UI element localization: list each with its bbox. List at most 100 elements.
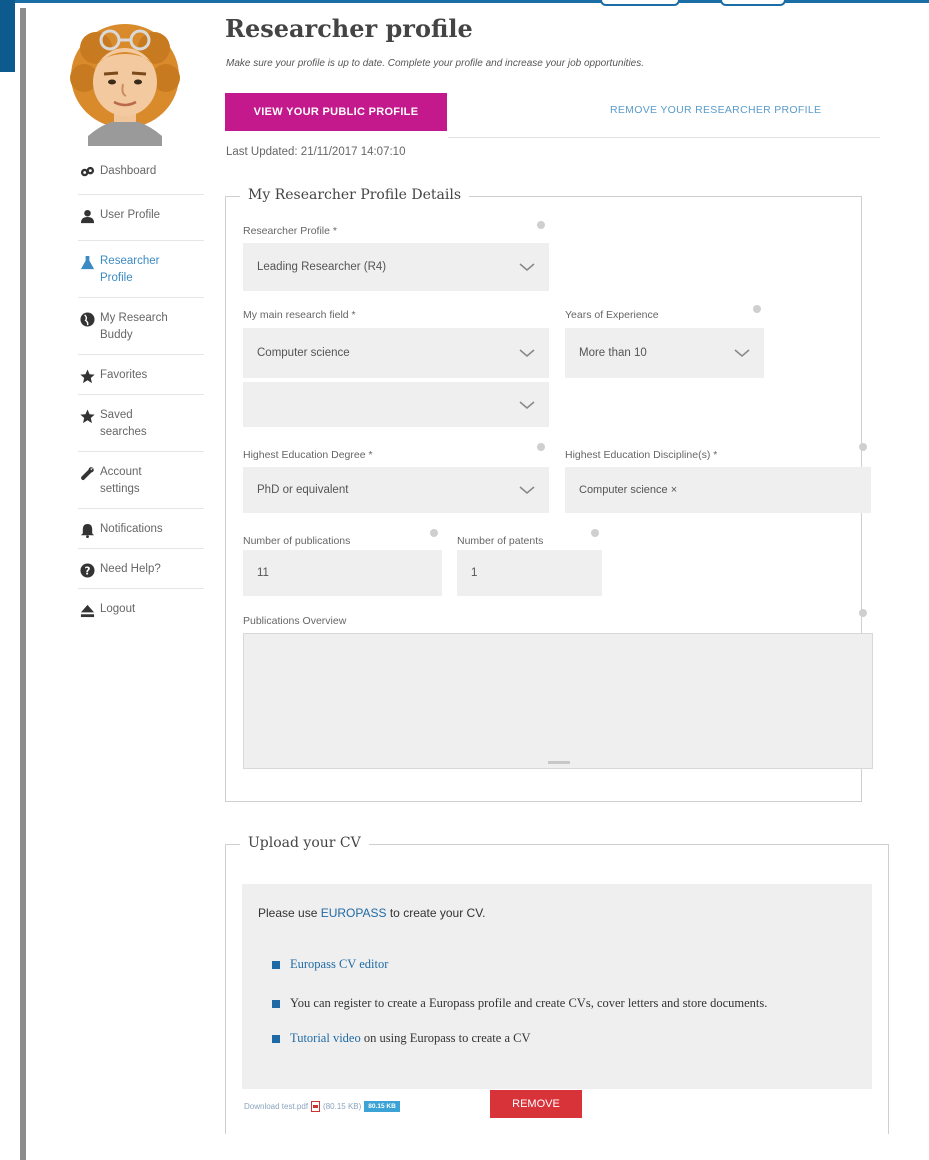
education-degree-label: Highest Education Degree * (243, 449, 373, 461)
wrench-icon (78, 465, 96, 481)
sidebar-item-saved-searches[interactable]: Saved searches (78, 395, 204, 452)
cv-intro-text: Please use EUROPASS to create your CV. (258, 906, 485, 920)
select-value: PhD or equivalent (257, 484, 349, 496)
chevron-down-icon (519, 263, 535, 271)
info-icon[interactable] (537, 221, 545, 229)
left-border (20, 8, 26, 1160)
sidebar-item-need-help[interactable]: ? Need Help? (78, 549, 204, 589)
europass-link[interactable]: EUROPASS (321, 906, 387, 920)
sidebar-item-label: Saved searches (100, 409, 147, 438)
page-title: Researcher profile (225, 14, 473, 43)
file-size-text: (80.15 KB) (323, 1101, 362, 1111)
select-value: Computer science (257, 347, 350, 359)
profile-details-legend: My Researcher Profile Details (240, 187, 470, 203)
intro-text: Please use (258, 906, 321, 920)
pdf-icon (311, 1100, 321, 1112)
sidebar-nav: Dashboard User Profile Researcher Profil… (78, 158, 204, 628)
flask-icon (78, 254, 96, 270)
globe-icon (78, 311, 96, 327)
top-tab (600, 0, 680, 6)
dashboard-icon (78, 164, 96, 180)
sidebar-item-notifications[interactable]: Notifications (78, 509, 204, 549)
years-experience-label: Years of Experience (565, 309, 659, 321)
sidebar-item-favorites[interactable]: Favorites (78, 355, 204, 395)
select-value: Leading Researcher (R4) (257, 261, 387, 273)
info-icon[interactable] (753, 305, 761, 313)
frame-corner (0, 0, 15, 72)
uploaded-file-row: Download test.pdf (80.15 KB) 80.15 KB (244, 1092, 400, 1120)
sidebar-item-label: My Research Buddy (100, 312, 168, 341)
patents-input[interactable]: 1 (457, 550, 602, 596)
years-experience-select[interactable]: More than 10 (565, 328, 764, 378)
info-icon[interactable] (430, 529, 438, 537)
chevron-down-icon (734, 349, 750, 357)
remove-cv-button[interactable]: REMOVE (490, 1090, 582, 1118)
bullet-icon (272, 1035, 280, 1043)
sidebar-item-logout[interactable]: Logout (78, 589, 204, 628)
top-rule (15, 0, 929, 3)
research-field-select[interactable]: Computer science (243, 328, 549, 378)
sidebar-item-label: Need Help? (100, 563, 161, 575)
question-icon: ? (78, 562, 96, 578)
publications-overview-textarea[interactable] (243, 633, 873, 769)
info-icon[interactable] (859, 443, 867, 451)
europass-cv-editor-link[interactable]: Europass CV editor (290, 957, 388, 971)
list-item: You can register to create a Europass pr… (272, 995, 842, 1012)
sidebar-item-label: Notifications (100, 523, 163, 535)
research-field-secondary-select[interactable] (243, 382, 549, 427)
education-degree-select[interactable]: PhD or equivalent (243, 467, 549, 513)
publications-label: Number of publications (243, 535, 351, 547)
publications-input[interactable]: 11 (243, 550, 442, 596)
publications-overview-label: Publications Overview (243, 615, 347, 627)
info-icon[interactable] (537, 443, 545, 451)
svg-text:?: ? (84, 565, 90, 577)
sidebar-item-label: Favorites (100, 369, 148, 381)
user-icon (78, 208, 96, 224)
sidebar-item-researcher-profile[interactable]: Researcher Profile (78, 241, 204, 298)
input-value: 11 (257, 567, 269, 579)
last-updated-text: Last Updated: 21/11/2017 14:07:10 (226, 146, 406, 158)
list-item: Europass CV editor (272, 956, 842, 973)
research-field-label: My main research field * (243, 309, 356, 321)
chevron-down-icon (519, 486, 535, 494)
tutorial-video-link[interactable]: Tutorial video (290, 1031, 361, 1045)
researcher-profile-select[interactable]: Leading Researcher (R4) (243, 243, 549, 291)
patents-label: Number of patents (457, 535, 544, 547)
cv-info-panel: Please use EUROPASS to create your CV. E… (242, 884, 872, 1089)
file-size-badge: 80.15 KB (364, 1100, 400, 1112)
europass-register-text: You can register to create a Europass pr… (290, 996, 768, 1010)
input-value: 1 (471, 567, 478, 579)
sidebar-item-dashboard[interactable]: Dashboard (78, 158, 204, 195)
education-discipline-input[interactable]: Computer science × (565, 467, 871, 513)
remove-profile-link[interactable]: REMOVE YOUR RESEARCHER PROFILE (610, 104, 821, 116)
select-value: More than 10 (579, 347, 647, 359)
eject-icon (78, 602, 96, 618)
sidebar-item-label: Account settings (100, 466, 142, 495)
sidebar-item-label: Logout (100, 603, 136, 615)
chevron-down-icon (519, 400, 535, 409)
bullet-icon (272, 961, 280, 969)
discipline-tag[interactable]: Computer science × (579, 484, 677, 496)
sidebar-item-research-buddy[interactable]: My Research Buddy (78, 298, 204, 355)
info-icon[interactable] (591, 529, 599, 537)
info-icon[interactable] (859, 609, 867, 617)
star-icon (78, 368, 96, 384)
view-public-profile-button[interactable]: VIEW YOUR PUBLIC PROFILE (225, 93, 447, 131)
education-discipline-label: Highest Education Discipline(s) * (565, 449, 718, 461)
sidebar-item-user-profile[interactable]: User Profile (78, 195, 204, 241)
intro-text: to create your CV. (386, 906, 486, 920)
download-file-link[interactable]: Download test.pdf (244, 1102, 308, 1111)
researcher-profile-label: Researcher Profile * (243, 225, 337, 237)
star-icon (78, 408, 96, 424)
sidebar-item-label: Dashboard (100, 165, 157, 177)
upload-cv-legend: Upload your CV (240, 835, 369, 851)
divider (448, 137, 880, 138)
bell-icon (78, 522, 96, 538)
sidebar-item-label: User Profile (100, 209, 161, 221)
sidebar-item-account-settings[interactable]: Account settings (78, 452, 204, 509)
tutorial-text: on using Europass to create a CV (360, 1031, 531, 1045)
profile-details-fieldset: My Researcher Profile Details Researcher… (225, 187, 873, 802)
chevron-down-icon (519, 349, 535, 357)
resize-grip[interactable] (548, 761, 570, 764)
list-item: Tutorial video on using Europass to crea… (272, 1030, 842, 1047)
